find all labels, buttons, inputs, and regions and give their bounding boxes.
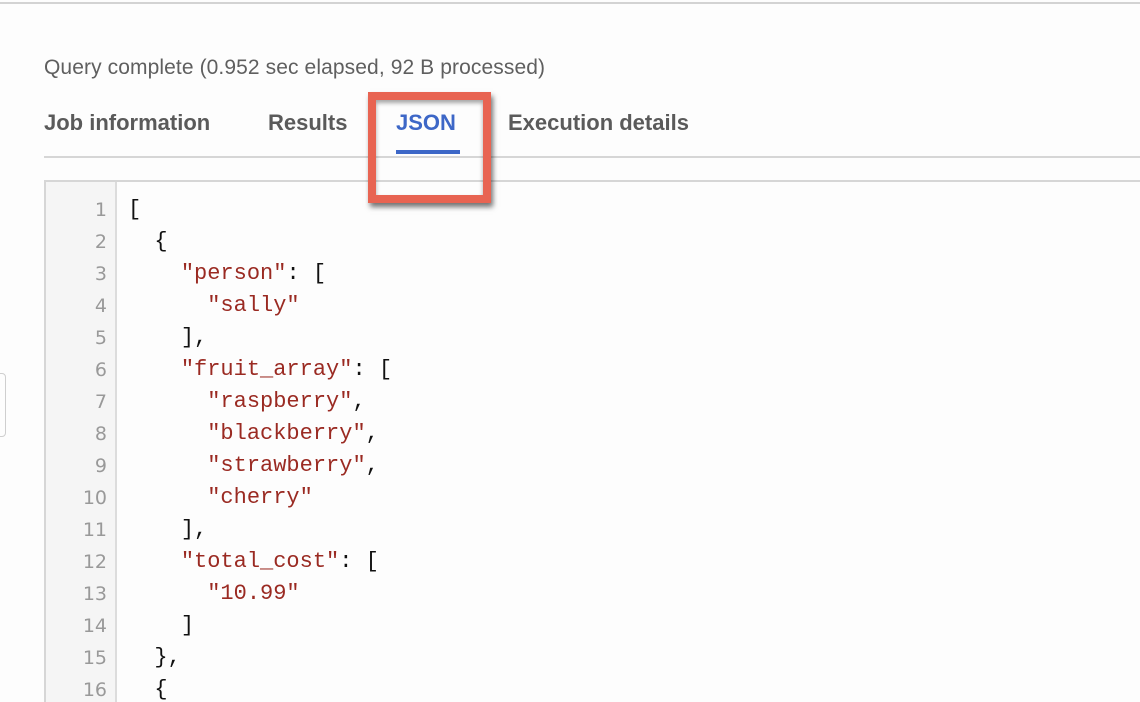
code-line: 16 { [46, 674, 1140, 702]
code-line: 13 "10.99" [46, 578, 1140, 610]
code-line: 3 "person": [ [46, 258, 1140, 290]
line-number: 16 [82, 679, 107, 701]
json-punctuation: , [365, 421, 379, 446]
json-string: "blackberry" [207, 421, 366, 446]
json-string: "sally" [207, 293, 300, 318]
code-text: "person": [ [128, 258, 326, 290]
code-line: 12 "total_cost": [ [46, 546, 1140, 578]
json-punctuation: ], [180, 325, 208, 350]
code-text: "blackberry", [128, 418, 379, 450]
json-punctuation: { [154, 677, 168, 702]
json-punctuation: }, [154, 645, 181, 670]
code-line: 1[ [46, 194, 1140, 226]
json-punctuation: [ [128, 197, 142, 222]
active-tab-indicator [396, 150, 460, 154]
line-number: 1 [94, 199, 107, 221]
json-punctuation: ] [180, 613, 195, 638]
json-punctuation: : [ [352, 357, 393, 382]
code-line: 5 ], [46, 322, 1140, 354]
side-panel-handle[interactable] [0, 373, 6, 437]
code-text: "fruit_array": [ [128, 354, 392, 386]
json-string: "10.99" [207, 581, 300, 606]
code-line: 8 "blackberry", [46, 418, 1140, 450]
query-status: Query complete (0.952 sec elapsed, 92 B … [44, 56, 546, 79]
code-line: 6 "fruit_array": [ [46, 354, 1140, 386]
line-number: 8 [94, 423, 107, 445]
json-string: "fruit_array" [180, 357, 353, 382]
code-text: [ [128, 194, 141, 226]
line-number: 13 [82, 583, 107, 605]
code-line: 7 "raspberry", [46, 386, 1140, 418]
json-punctuation: : [ [286, 261, 327, 286]
line-number: 7 [94, 391, 107, 413]
line-number: 12 [82, 551, 107, 573]
json-string: "strawberry" [207, 453, 366, 478]
line-number: 2 [94, 231, 107, 253]
json-punctuation: { [154, 229, 168, 254]
code-text: "sally" [128, 290, 300, 322]
code-line: 4 "sally" [46, 290, 1140, 322]
tab-job-information[interactable]: Job information [44, 110, 210, 136]
code-text: ] [128, 610, 194, 642]
line-number: 14 [82, 615, 107, 637]
code-text: "total_cost": [ [128, 546, 379, 578]
line-number: 5 [94, 327, 107, 349]
top-divider [0, 2, 1140, 4]
json-editor[interactable]: 1[2 {3 "person": [4 "sally" 5 ], 6 "fruit_… [44, 180, 1140, 702]
code-text: "10.99" [128, 578, 300, 610]
line-number: 9 [94, 455, 107, 477]
code-text: { [128, 674, 168, 702]
tab-json[interactable]: JSON [396, 110, 456, 136]
code-line: 2 { [46, 226, 1140, 258]
json-string: "raspberry" [207, 389, 353, 414]
line-number: 3 [94, 263, 107, 285]
code-line: 14 ] [46, 610, 1140, 642]
code-line: 11 ], [46, 514, 1140, 546]
json-punctuation: , [365, 453, 379, 478]
json-string: "total_cost" [180, 549, 340, 574]
code-line: 10 "cherry" [46, 482, 1140, 514]
json-punctuation: , [352, 389, 366, 414]
line-number: 10 [82, 487, 107, 509]
line-number: 11 [82, 519, 107, 541]
code-text: ], [128, 514, 207, 546]
line-number: 4 [94, 295, 107, 317]
code-text: "strawberry", [128, 450, 379, 482]
code-text: "cherry" [128, 482, 313, 514]
code-line: 15 }, [46, 642, 1140, 674]
json-punctuation: ], [180, 517, 208, 542]
json-punctuation: : [ [339, 549, 379, 574]
tab-execution-details[interactable]: Execution details [508, 110, 689, 136]
json-string: "cherry" [207, 485, 313, 510]
code-text: ], [128, 322, 207, 354]
tabs-divider [44, 156, 1140, 158]
line-number: 6 [94, 359, 107, 381]
tab-results[interactable]: Results [268, 110, 347, 136]
json-string: "person" [180, 261, 287, 286]
code-text: }, [128, 642, 181, 674]
code-text: { [128, 226, 168, 258]
code-line: 9 "strawberry", [46, 450, 1140, 482]
code-text: "raspberry", [128, 386, 366, 418]
line-number: 15 [82, 647, 107, 669]
